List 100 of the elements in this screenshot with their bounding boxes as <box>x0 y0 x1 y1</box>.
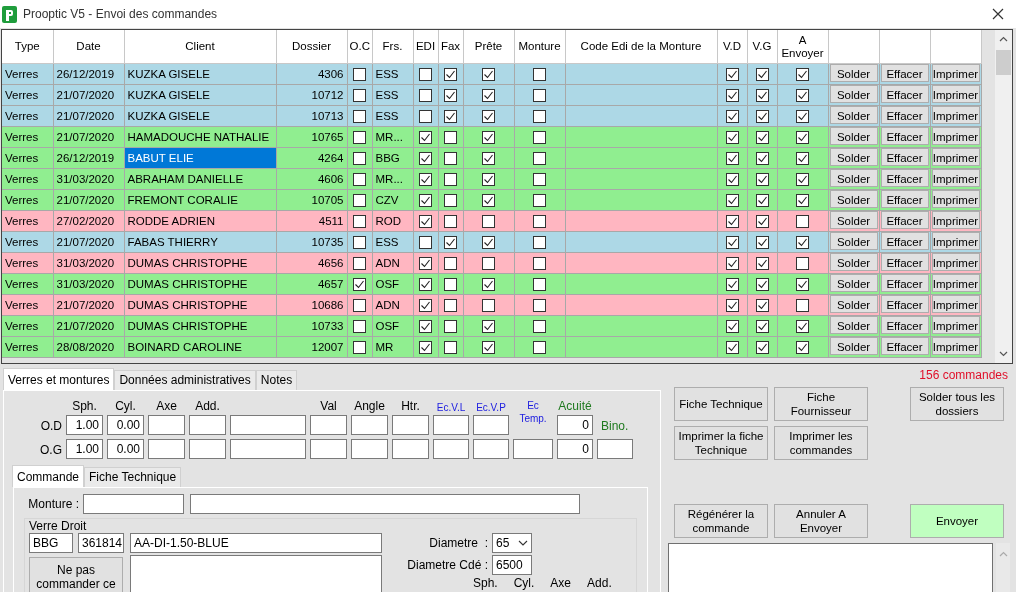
column-header[interactable]: EDI <box>413 30 438 64</box>
input-field[interactable] <box>597 439 633 459</box>
checkbox[interactable] <box>353 214 366 228</box>
tab[interactable]: Fiche Technique <box>84 467 182 487</box>
input-field[interactable] <box>310 415 347 435</box>
checkbox[interactable] <box>725 235 739 249</box>
row-button[interactable]: Imprimer <box>931 85 980 103</box>
tab[interactable]: Notes <box>255 370 298 390</box>
row-button[interactable]: Effacer <box>880 316 929 334</box>
input-field[interactable]: 0.00 <box>107 439 144 459</box>
checkbox[interactable] <box>533 214 546 228</box>
input-field[interactable] <box>351 439 388 459</box>
row-button[interactable]: Solder <box>829 295 878 313</box>
checkbox[interactable] <box>353 235 366 249</box>
row-button[interactable]: Solder <box>829 211 878 229</box>
checkbox[interactable] <box>353 67 366 81</box>
row-button[interactable]: Effacer <box>880 148 929 166</box>
input-field[interactable]: 0 <box>557 439 593 459</box>
row-button[interactable]: Solder <box>829 106 878 124</box>
input-field[interactable]: 361814 <box>78 533 124 553</box>
checkbox[interactable] <box>796 298 809 312</box>
tab[interactable]: Verres et montures <box>3 368 115 390</box>
table-row[interactable]: Verres 26/12/2019 KUZKA GISELE 4306 ESS Solder Effacer Imprimer <box>2 63 981 85</box>
checkbox[interactable] <box>482 298 495 312</box>
checkbox[interactable] <box>725 256 739 270</box>
checkbox[interactable] <box>796 340 809 354</box>
action-button[interactable]: Régénérer la commande <box>674 504 768 538</box>
checkbox[interactable] <box>419 151 432 165</box>
row-button[interactable]: Effacer <box>880 127 929 145</box>
column-header[interactable]: V.G <box>747 30 777 64</box>
checkbox[interactable] <box>755 130 769 144</box>
action-button[interactable]: Fiche Fournisseur <box>774 387 868 421</box>
checkbox[interactable] <box>796 277 809 291</box>
row-button[interactable]: Imprimer <box>931 211 980 229</box>
row-button[interactable]: Solder <box>829 64 878 82</box>
checkbox[interactable] <box>419 172 432 186</box>
checkbox[interactable] <box>533 172 546 186</box>
input-field[interactable] <box>433 415 469 435</box>
scrollbar[interactable] <box>996 543 1010 592</box>
scrollbar[interactable] <box>995 30 1012 363</box>
input-field[interactable]: 1.00 <box>66 439 103 459</box>
row-button[interactable]: Solder <box>829 232 878 250</box>
row-button[interactable]: Solder <box>829 85 878 103</box>
checkbox[interactable] <box>725 67 739 81</box>
table-row[interactable]: Verres 31/03/2020 DUMAS CHRISTOPHE 4656 ADN Solder Effacer Imprimer <box>2 252 981 274</box>
checkbox[interactable] <box>353 88 366 102</box>
checkbox[interactable] <box>353 298 366 312</box>
table-row[interactable]: Verres 21/07/2020 HAMADOUCHE NATHALIE 10765 MR... Solder Effacer Imprimer <box>2 126 981 148</box>
row-button[interactable]: Imprimer <box>931 253 980 271</box>
row-button[interactable]: Solder <box>829 169 878 187</box>
input-field[interactable] <box>148 439 185 459</box>
checkbox[interactable] <box>482 88 495 102</box>
checkbox[interactable] <box>796 130 809 144</box>
checkbox[interactable] <box>444 67 457 81</box>
checkbox[interactable] <box>482 214 495 228</box>
input-field[interactable] <box>351 415 388 435</box>
column-header[interactable]: A Envoyer <box>777 30 828 64</box>
input-field[interactable]: 6500 <box>492 555 532 575</box>
input-field[interactable] <box>230 439 306 459</box>
row-button[interactable]: Imprimer <box>931 232 980 250</box>
input-field[interactable]: 0.00 <box>107 415 144 435</box>
input-field[interactable]: 0 <box>557 415 593 435</box>
checkbox[interactable] <box>796 235 809 249</box>
checkbox[interactable] <box>796 193 809 207</box>
input-field[interactable]: BBG <box>29 533 73 553</box>
row-button[interactable]: Solder <box>829 274 878 292</box>
table-row[interactable]: Verres 21/07/2020 FABAS THIERRY 10735 ESS Solder Effacer Imprimer <box>2 231 981 253</box>
row-button[interactable]: Imprimer <box>931 274 980 292</box>
checkbox[interactable] <box>353 256 366 270</box>
row-button[interactable]: Solder <box>829 253 878 271</box>
checkbox[interactable] <box>482 277 495 291</box>
checkbox[interactable] <box>444 256 457 270</box>
checkbox[interactable] <box>755 340 769 354</box>
checkbox[interactable] <box>755 298 769 312</box>
action-button[interactable]: Fiche Technique <box>674 387 768 421</box>
row-button[interactable]: Effacer <box>880 169 929 187</box>
close-icon[interactable] <box>992 8 1004 20</box>
checkbox[interactable] <box>353 109 366 123</box>
checkbox[interactable] <box>755 277 769 291</box>
checkbox[interactable] <box>533 193 546 207</box>
checkbox[interactable] <box>725 172 739 186</box>
row-button[interactable]: Imprimer <box>931 316 980 334</box>
checkbox[interactable] <box>533 277 546 291</box>
checkbox[interactable] <box>533 256 546 270</box>
checkbox[interactable] <box>482 151 495 165</box>
row-button[interactable]: Effacer <box>880 85 929 103</box>
checkbox[interactable] <box>725 277 739 291</box>
input-field[interactable] <box>392 415 429 435</box>
input-field[interactable] <box>392 439 429 459</box>
column-header[interactable]: Client <box>124 30 276 64</box>
input-field[interactable]: AA-DI-1.50-BLUE <box>130 533 382 553</box>
checkbox[interactable] <box>755 172 769 186</box>
checkbox[interactable] <box>533 235 546 249</box>
checkbox[interactable] <box>482 172 495 186</box>
column-header[interactable]: Fax <box>438 30 463 64</box>
checkbox[interactable] <box>353 319 366 333</box>
tab[interactable]: Commande <box>12 465 85 487</box>
checkbox[interactable] <box>755 88 769 102</box>
row-button[interactable]: Solder <box>829 190 878 208</box>
checkbox[interactable] <box>796 88 809 102</box>
